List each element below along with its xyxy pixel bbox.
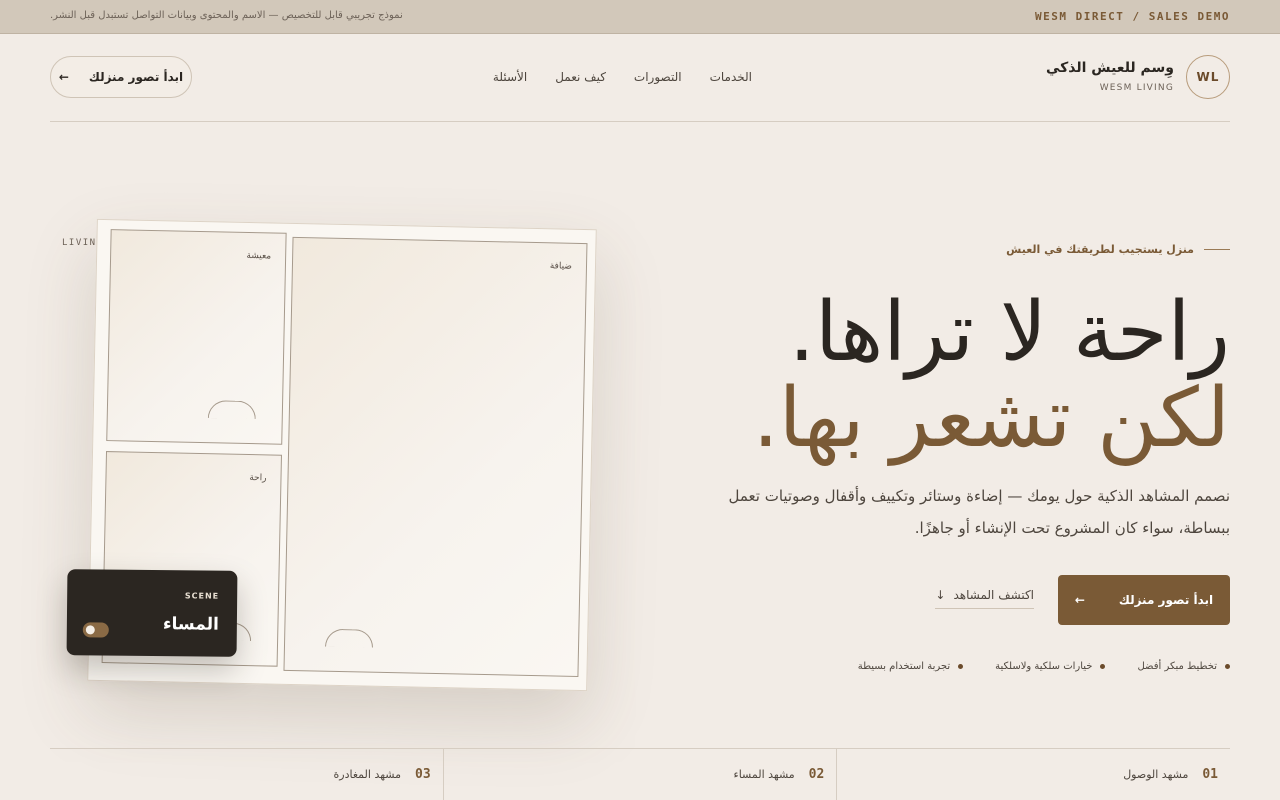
- eyebrow-text: منزل يستجيب لطريقتك في العيش: [1006, 243, 1194, 256]
- sofa-icon: [207, 400, 257, 420]
- feature-text: تخطيط مبكر أفضل: [1137, 661, 1217, 672]
- nav-link-visualizations[interactable]: التصورات: [634, 70, 682, 84]
- feature-text: تجربة استخدام بسيطة: [857, 661, 951, 672]
- scene-item-departure[interactable]: 03 مشهد المغادرة: [50, 749, 443, 800]
- nav-link-services[interactable]: الخدمات: [710, 70, 752, 84]
- scene-card-name: المساء: [162, 614, 219, 635]
- logo-name[interactable]: وِسم للعيش الذكي: [1046, 60, 1174, 76]
- hero-title-line-2: لكن تشعر بها.: [752, 371, 1230, 466]
- arrow-left-icon: ←: [58, 70, 69, 84]
- header-cta-label: ابدأ تصور منزلك: [88, 70, 184, 84]
- main-nav: الخدمات التصورات كيف نعمل الأسئلة: [493, 70, 752, 84]
- scene-number: 02: [808, 767, 825, 782]
- bullet-icon: [1225, 664, 1230, 669]
- start-design-button[interactable]: ابدأ تصور منزلك ←: [1058, 575, 1230, 625]
- scene-toggle[interactable]: [82, 622, 109, 638]
- feature-item: تخطيط مبكر أفضل: [1137, 661, 1230, 672]
- scene-item-evening[interactable]: 02 مشهد المساء: [442, 749, 837, 800]
- start-design-label: ابدأ تصور منزلك: [1118, 593, 1214, 607]
- feature-text: خيارات سلكية ولاسلكية: [995, 661, 1093, 672]
- explore-scenes-label: اكتشف المشاهد: [953, 588, 1034, 602]
- room-living: معيشة: [106, 229, 287, 445]
- scene-label: مشهد المغادرة: [333, 768, 401, 781]
- bullet-icon: [1100, 664, 1106, 669]
- room-label: معيشة: [246, 250, 272, 262]
- logo-badge[interactable]: WL: [1186, 55, 1230, 99]
- announcement-bar: WESM DIRECT / SALES DEMO نموذج تجريبي قا…: [0, 0, 1280, 34]
- arrow-down-icon: ↓: [935, 588, 946, 602]
- feature-item: تجربة استخدام بسيطة: [857, 661, 964, 672]
- room-label: ضيافة: [549, 261, 573, 272]
- hero-lead: نصمم المشاهد الذكية حول يومك — إضاءة وست…: [728, 487, 1230, 537]
- scene-card-tag: SCENE: [184, 591, 220, 601]
- scene-item-arrival[interactable]: 01 مشهد الوصول: [836, 749, 1230, 800]
- sofa-icon: [324, 628, 374, 648]
- arrow-left-icon: ←: [1074, 593, 1085, 607]
- scene-label: مشهد الوصول: [1123, 768, 1189, 781]
- scene-card[interactable]: SCENE المساء: [66, 569, 238, 657]
- scene-number: 03: [415, 767, 431, 782]
- nav-link-faq[interactable]: الأسئلة: [493, 70, 527, 84]
- demo-notice: نموذج تجريبي قابل للتخصيص — الاسم والمحت…: [50, 10, 403, 21]
- feature-item: خيارات سلكية ولاسلكية: [995, 661, 1106, 672]
- bullet-icon: [958, 664, 964, 669]
- site-header: WL وِسم للعيش الذكي WESM LIVING الخدمات …: [50, 34, 1230, 122]
- scene-strip: 01 مشهد الوصول 02 مشهد المساء 03 مشهد ال…: [50, 748, 1230, 800]
- demo-brand-label: WESM DIRECT / SALES DEMO: [1035, 10, 1230, 23]
- scene-label: مشهد المساء: [733, 768, 795, 781]
- room-label: راحة: [249, 473, 267, 484]
- hero-title-line-1: راحة لا تراها.: [788, 285, 1230, 380]
- feature-list: تخطيط مبكر أفضل خيارات سلكية ولاسلكية تج…: [858, 661, 1230, 672]
- explore-scenes-link[interactable]: اكتشف المشاهد ↓: [935, 588, 1034, 609]
- nav-link-how-we-work[interactable]: كيف نعمل: [555, 70, 606, 84]
- hero-eyebrow: منزل يستجيب لطريقتك في العيش: [1006, 243, 1230, 256]
- scene-number: 01: [1202, 767, 1218, 782]
- eyebrow-divider: [1204, 249, 1230, 250]
- logo-subtitle: WESM LIVING: [1099, 83, 1174, 93]
- room-guest: ضيافة: [283, 236, 588, 677]
- header-cta-button[interactable]: ابدأ تصور منزلك ←: [50, 56, 192, 98]
